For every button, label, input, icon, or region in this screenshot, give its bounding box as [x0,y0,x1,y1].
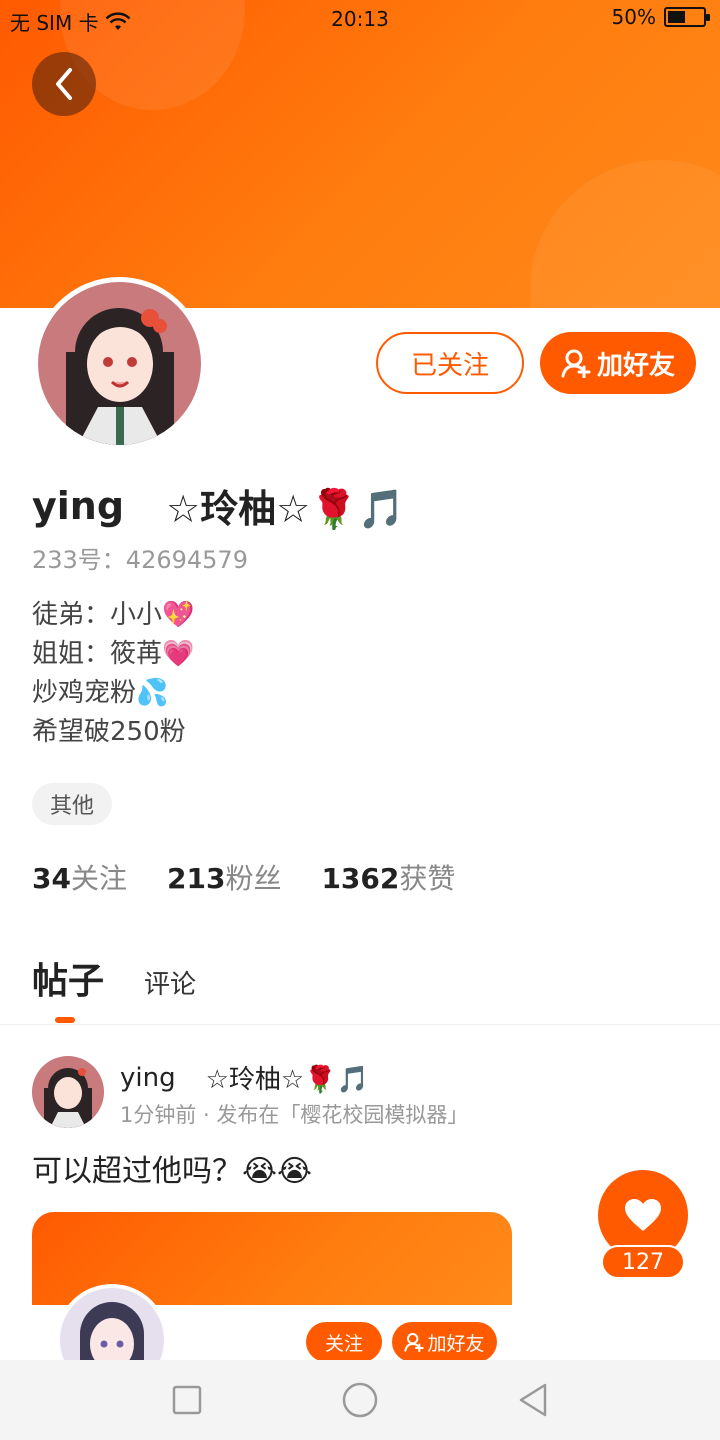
system-back-button[interactable] [503,1370,563,1430]
system-nav-bar [0,1360,720,1440]
stat-number: 34 [32,862,71,895]
profile-tag[interactable]: 其他 [32,783,113,825]
post-meta: 1分钟前 · 发布在「樱花校园模拟器」 [120,1103,469,1127]
post-image-card[interactable]: 关注 加好友 [32,1212,512,1372]
stat-label: 关注 [70,862,127,895]
post-text[interactable]: 可以超过他吗？😭😭 [32,1146,312,1190]
add-user-icon [561,349,591,378]
divider [0,1024,720,1025]
tab-posts[interactable]: 帖子 [32,952,104,1004]
battery-percent: 50% [611,5,656,29]
post-author-name: ying [120,1062,176,1093]
stat-fans[interactable]: 213粉丝 [167,857,281,897]
card-follow-label: 关注 [324,1332,363,1355]
followed-label: 已关注 [410,350,489,381]
stat-likes: 1362获赞 [321,857,455,897]
profile-banner [0,0,720,308]
heart-icon [625,1199,661,1231]
name-text: ying [32,483,125,528]
bio: 徒弟：小小💖 姐姐：筱苒💗 炒鸡宠粉💦 希望破250粉 [32,596,194,752]
followed-button[interactable]: 已关注 [376,332,524,394]
card-add-friend-button: 加好友 [392,1322,497,1362]
post-author[interactable]: ying ☆玲柚☆🌹🎵 [120,1059,369,1096]
home-button[interactable] [330,1370,390,1430]
bio-line: 姐姐：筱苒💗 [32,639,195,669]
stat-label: 粉丝 [225,862,282,895]
profile-avatar[interactable] [33,277,206,450]
nickname-text: ☆玲柚☆🌹🎵 [166,487,405,531]
post-author-nickname: ☆玲柚☆🌹🎵 [205,1065,369,1095]
stat-number: 213 [166,862,226,895]
card-follow-button: 关注 [306,1322,382,1362]
status-bar: 无 SIM 卡 20:13 50% [0,0,720,38]
add-friend-button[interactable]: 加好友 [540,332,696,394]
stat-following[interactable]: 34关注 [32,857,127,897]
post-author-avatar[interactable] [32,1056,104,1128]
tab-indicator [55,1017,75,1023]
content-tabs: 帖子 评论 [32,952,196,1004]
user-id: 233号：42694579 [32,546,248,574]
add-friend-label: 加好友 [596,350,675,381]
triangle-back-icon [520,1383,547,1417]
profile-name: ying ☆玲柚☆🌹🎵 [32,478,405,533]
like-count: 127 [601,1245,685,1279]
bio-line: 徒弟：小小💖 [32,600,195,630]
profile-page: 无 SIM 卡 20:13 50% 已关注 加好友 ying ☆玲柚☆🌹🎵 23… [0,0,720,1440]
battery-icon [664,7,710,27]
bio-line: 炒鸡宠粉💦 [32,678,169,708]
square-icon [172,1385,201,1415]
back-button[interactable] [32,52,96,116]
chevron-left-icon [56,68,72,100]
card-add-friend-label: 加好友 [427,1332,485,1355]
stat-label: 获赞 [399,862,456,895]
stat-number: 1362 [321,862,400,895]
add-user-icon [404,1333,425,1352]
circle-icon [342,1382,378,1418]
bio-line: 希望破250粉 [32,717,186,747]
profile-stats: 34关注 213粉丝 1362获赞 [32,857,455,897]
tab-comments[interactable]: 评论 [144,964,196,1001]
recent-apps-button[interactable] [157,1370,217,1430]
